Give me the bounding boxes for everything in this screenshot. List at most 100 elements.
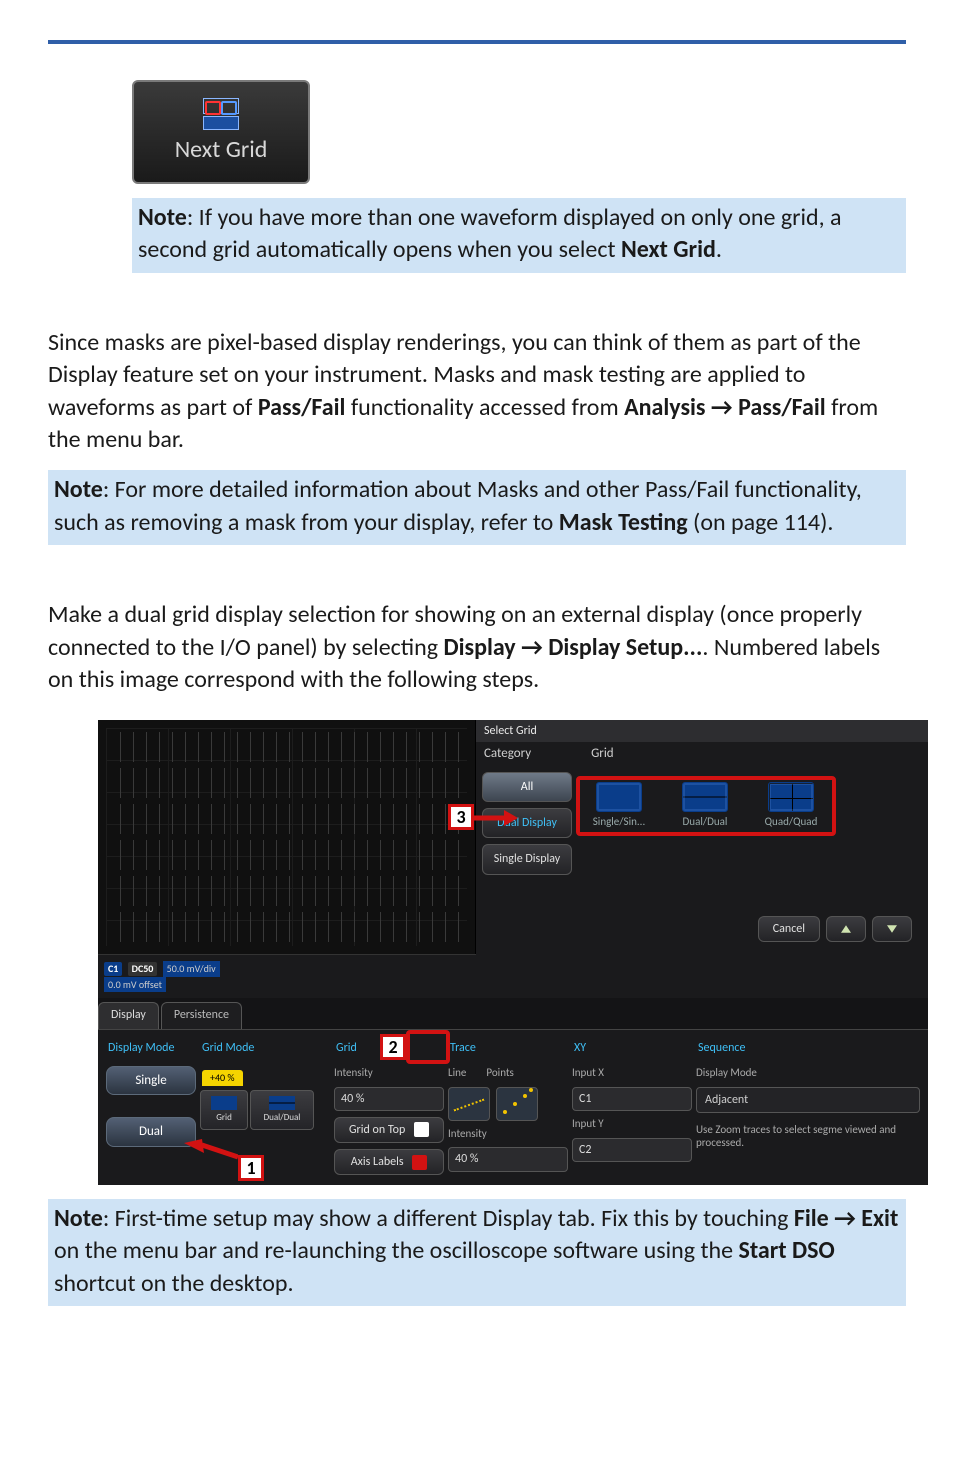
sequence-display-mode-field[interactable]: Adjacent	[696, 1087, 920, 1113]
page-top-rule	[48, 40, 906, 44]
note1-prefix: Note	[138, 203, 187, 232]
input-y-field[interactable]: C2	[572, 1138, 692, 1162]
para2-b: Display → Display Setup...	[443, 633, 702, 662]
grid-quad-icon	[768, 782, 814, 812]
channel-vdiv: 50.0 mV/div	[163, 961, 220, 977]
select-grid-body: All Dual Display Single Display Single/S…	[476, 766, 928, 954]
cancel-button[interactable]: Cancel	[758, 916, 820, 942]
next-grid-button[interactable]: Next Grid	[132, 80, 310, 184]
axis-labels-toggle[interactable]: Axis Labels	[334, 1149, 444, 1175]
trace-intensity-field[interactable]: 40 %	[448, 1147, 568, 1171]
next-grid-label: Next Grid	[175, 134, 268, 166]
trace-intensity-label: Intensity	[448, 1127, 568, 1142]
trace-line-label: Line	[448, 1066, 466, 1081]
grid-dual-label: Dual/Dual	[683, 815, 728, 830]
display-setup-figure: Select Grid Category Grid All Dual Displ…	[98, 720, 928, 1185]
grid-option-single[interactable]: Single/Sin...	[580, 782, 658, 830]
grid-icon-top	[203, 98, 239, 114]
grid-mode-header: Grid Mode	[200, 1038, 330, 1059]
waveform-row	[108, 768, 465, 798]
figure-upper: Select Grid Category Grid All Dual Displ…	[98, 720, 928, 954]
grid-option-row: Single/Sin... Dual/Dual Quad/Quad	[580, 782, 922, 830]
input-x-label: Input X	[572, 1066, 692, 1081]
select-grid-title: Select Grid	[476, 720, 928, 742]
sequence-header: Sequence	[696, 1038, 920, 1059]
grid-on-top-label: Grid on Top	[349, 1123, 405, 1137]
chevron-up-icon	[841, 923, 851, 935]
callout-2: 2	[380, 1034, 406, 1060]
note3-e: shortcut on the desktop.	[54, 1269, 294, 1298]
channel-badge-row: C1 DC50 50.0 mV/div 0.0 mV offset	[98, 954, 928, 998]
waveform-row	[108, 876, 465, 906]
sequence-column: Sequence Display Mode Adjacent Use Zoom …	[696, 1038, 920, 1175]
callout-3-arrow	[474, 810, 518, 828]
waveform-row	[108, 840, 465, 870]
grid-single-icon	[596, 782, 642, 812]
para1-c: functionality accessed from	[345, 393, 624, 422]
grid-mode-grid-label: Grid	[216, 1112, 232, 1124]
trace-column: Trace Line Points Intensity 40 %	[448, 1038, 568, 1175]
waveform-area	[98, 720, 476, 954]
scroll-up-button[interactable]	[826, 916, 866, 942]
trace-points-button[interactable]	[496, 1087, 538, 1121]
category-all-button[interactable]: All	[482, 772, 572, 802]
grid-single-label: Single/Sin...	[593, 815, 645, 830]
grid-option-quad[interactable]: Quad/Quad	[752, 782, 830, 830]
display-setup-panel: Display Mode Single Dual Grid Mode Grid …	[98, 1029, 928, 1185]
input-x-field[interactable]: C1	[572, 1087, 692, 1111]
category-single-label: Single Display	[494, 852, 561, 866]
display-mode-header: Display Mode	[106, 1038, 196, 1059]
grid-icon-bottom	[203, 116, 239, 130]
channel-badge: C1 DC50 50.0 mV/div 0.0 mV offset	[98, 954, 476, 998]
note3-b: File → Exit	[794, 1204, 898, 1233]
grid-on-top-toggle[interactable]: Grid on Top	[334, 1117, 444, 1143]
display-mode-single-button[interactable]: Single	[106, 1066, 196, 1096]
note2-prefix: Note	[54, 475, 103, 504]
tab-persistence[interactable]: Persistence	[161, 1002, 242, 1029]
category-column: All Dual Display Single Display	[482, 772, 572, 948]
yellow-tab-indicator: +40 %	[202, 1070, 243, 1086]
grid-option-dual[interactable]: Dual/Dual	[666, 782, 744, 830]
grid-options-area: Single/Sin... Dual/Dual Quad/Quad	[578, 772, 922, 948]
tab-display[interactable]: Display	[98, 1002, 159, 1029]
waveform-row	[108, 804, 465, 834]
para1-d: Analysis → Pass/Fail	[624, 393, 826, 422]
grid-header: Grid	[591, 745, 614, 763]
category-header: Category	[484, 745, 531, 763]
grid-mode-dualdual-icon	[269, 1096, 295, 1110]
note-mask-testing: Note: For more detailed information abou…	[48, 470, 906, 545]
waveform-row	[108, 732, 465, 762]
grid-dual-icon	[682, 782, 728, 812]
note1-strong: Next Grid	[621, 235, 716, 264]
grid-intensity-label: Intensity	[334, 1066, 444, 1081]
callout-1-arrow	[184, 1139, 238, 1161]
note3-a: : First-time setup may show a different …	[103, 1204, 794, 1233]
grid-mode-dualdual-label: Dual/Dual	[264, 1112, 301, 1124]
trace-line-button[interactable]	[448, 1087, 490, 1121]
trace-header: Trace	[448, 1038, 568, 1059]
grid-intensity-field[interactable]: 40 %	[334, 1087, 444, 1111]
note1-text: : If you have more than one waveform dis…	[138, 203, 842, 264]
axis-labels-label: Axis Labels	[351, 1155, 404, 1169]
note2-b: Mask Testing	[559, 508, 688, 537]
dialog-button-row: Cancel	[758, 916, 912, 942]
grid-mode-dualdual-button[interactable]: Dual/Dual	[250, 1090, 314, 1130]
xy-header: XY	[572, 1038, 692, 1059]
paragraph-masks: Since masks are pixel-based display rend…	[48, 327, 906, 457]
display-tabs: Display Persistence	[98, 998, 928, 1029]
display-mode-dual-button[interactable]: Dual	[106, 1117, 196, 1147]
channel-c1-tag: C1	[104, 962, 122, 976]
callout-3: 3	[448, 804, 474, 830]
note3-prefix: Note	[54, 1204, 103, 1233]
category-single-button[interactable]: Single Display	[482, 844, 572, 874]
note3-d: Start DSO	[739, 1236, 835, 1265]
axis-labels-checkbox	[412, 1155, 427, 1170]
chevron-down-icon	[887, 923, 897, 935]
grid-on-top-checkbox	[414, 1122, 429, 1137]
note-first-time-setup: Note: First-time setup may show a differ…	[48, 1199, 906, 1306]
para1-b: Pass/Fail	[258, 393, 346, 422]
waveform-row	[108, 912, 465, 942]
scroll-down-button[interactable]	[872, 916, 912, 942]
grid-mode-grid-button[interactable]: Grid	[200, 1090, 248, 1130]
input-y-label: Input Y	[572, 1117, 692, 1132]
